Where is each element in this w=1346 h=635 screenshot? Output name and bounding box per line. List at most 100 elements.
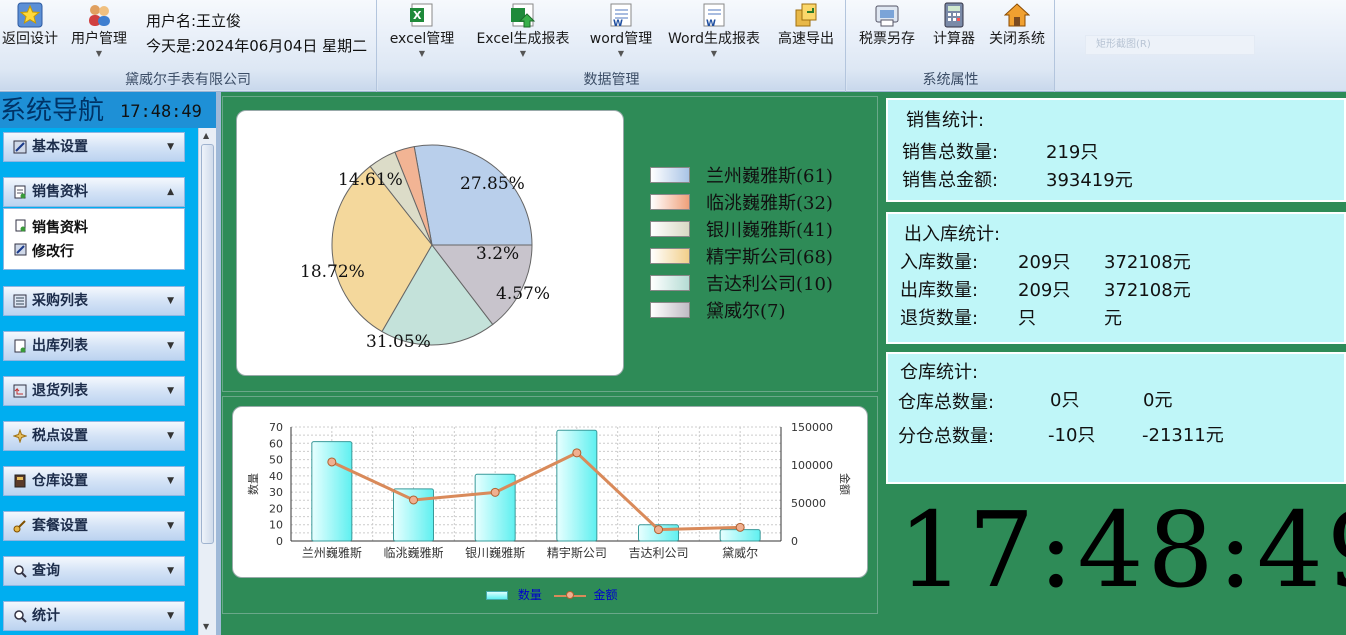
y-tick-label: 70 [269,421,283,434]
word-manage-button[interactable]: W word管理 ▼ [586,0,656,59]
excel-report-icon [511,3,536,28]
close-system-button[interactable]: 关闭系统 [983,0,1051,47]
save-tax-ticket-label: 税票另存 [859,31,915,47]
stock-title: 仓库统计: [900,362,979,383]
word-report-icon: W [703,3,725,28]
bar-chart-box: 70 60 50 40 30 20 10 0 150000 100000 50000 0 数量 金额 兰州巍… [232,406,868,578]
line-point [654,525,663,535]
nav-item-purchase-list[interactable]: 采购列表 ▼ [3,286,185,316]
pencil-icon [14,243,27,256]
sales-amt-label: 销售总金额: [902,170,999,191]
nav-item-return-list[interactable]: 退货列表 ▼ [3,376,185,406]
line-point [735,522,745,532]
fast-export-button[interactable]: 高速导出 [773,0,839,47]
nav-item-label: 查询 [32,563,60,579]
line-point [572,448,582,458]
book-icon [14,474,26,488]
ribbon: 返回设计 用户管理 ▼ 用户名:王立俊 今天是:2024年06月04日 星期二 … [0,0,1346,92]
nav-item-query[interactable]: 查询 ▼ [3,556,185,586]
legend-swatch [650,221,690,237]
pie-label-5: 18.72% [300,262,365,282]
chevron-down-icon: ▼ [418,49,426,58]
word-manage-label: word管理 [589,31,653,47]
chevron-up-icon: ▲ [167,187,174,197]
nav-item-label: 仓库设置 [32,473,88,489]
return-design-button[interactable]: 返回设计 [0,0,62,47]
excel-report-button[interactable]: Excel生成报表 ▼ [469,0,577,59]
bar-chart: 70 60 50 40 30 20 10 0 150000 100000 50000 0 数量 金额兰州巍… [247,421,852,560]
nav-item-statistics[interactable]: 统计 ▼ [3,601,185,631]
scroll-up-icon[interactable]: ▲ [203,131,209,140]
users-icon [89,5,110,26]
nav-item-tax-settings[interactable]: 税点设置 ▼ [3,421,185,451]
sub-item-label: 销售资料 [32,220,88,236]
ret-qty-label: 退货数量: [900,308,979,329]
splitter-handle[interactable] [216,92,221,635]
nav-item-warehouse-settings[interactable]: 仓库设置 ▼ [3,466,185,496]
nav-item-package-settings[interactable]: 套餐设置 ▼ [3,511,185,541]
y2-tick-label: 50000 [791,497,826,510]
word-report-button[interactable]: W Word生成报表 ▼ [664,0,764,59]
scroll-down-icon[interactable]: ▼ [203,622,209,631]
user-manage-button[interactable]: 用户管理 ▼ [66,0,132,59]
document-icon [14,339,26,353]
x-tick-label: 吉达利公司 [628,546,688,560]
nav-item-label: 税点设置 [32,428,88,444]
y2-tick-label: 100000 [791,459,833,472]
x-tick-label: 银川巍雅斯 [465,545,525,560]
export-icon [795,3,817,27]
ret-amt-value: 元 [1104,308,1122,329]
system-group-label: 系统属性 [847,70,1054,90]
y-tick-label: 0 [276,535,283,548]
y-tick-label: 20 [269,502,283,515]
nav-time: 17:48:49 [120,102,202,122]
scroll-thumb[interactable] [201,144,214,544]
bar [556,429,598,542]
excel-manage-button[interactable]: X excel管理 ▼ [386,0,458,59]
bar [311,441,353,542]
nav-scrollbar[interactable]: ▲ ▼ [198,128,216,635]
stock-branch-qty: -10只 [1048,425,1096,446]
nav-list: 基本设置 ▼ 销售资料 ▲ 销售资料 修改行 采购列表 ▼ 出库列表 ▼ 退货列… [0,128,198,635]
svg-text:W: W [706,19,716,28]
stock-total-label: 仓库总数量: [898,392,995,413]
home-icon [1004,3,1030,27]
search-icon [14,610,27,623]
stock-branch-amt: -21311元 [1142,425,1224,446]
ret-qty-value: 只 [1018,308,1036,329]
in-qty-value: 209只 [1018,252,1071,273]
in-amt-value: 372108元 [1104,252,1191,273]
nav-item-label: 退货列表 [32,383,88,399]
stock-stats-box: 仓库统计: 仓库总数量: 0只 0元 分仓总数量: -10只 -21311元 [886,352,1346,484]
pie-label-6: 14.61% [338,170,403,190]
nav-item-outbound-list[interactable]: 出库列表 ▼ [3,331,185,361]
chevron-down-icon: ▼ [167,386,174,396]
star-icon [17,2,43,28]
chevron-down-icon: ▼ [617,49,625,58]
document-icon [14,185,26,199]
sub-item-sales-data[interactable]: 销售资料 [14,217,88,237]
company-group: 返回设计 用户管理 ▼ 用户名:王立俊 今天是:2024年06月04日 星期二 … [0,0,377,92]
legend-text: 临洮巍雅斯(32) [706,193,833,214]
legend-swatch [650,248,690,264]
nav-panel: 系统导航 17:48:49 基本设置 ▼ 销售资料 ▲ 销售资料 修改行 采购列… [0,92,216,635]
chevron-down-icon: ▼ [167,142,174,152]
today-date-label: 今天是:2024年06月04日 星期二 [146,37,368,55]
legend-text: 兰州巍雅斯(61) [706,166,833,187]
pie-label-4: 31.05% [366,332,431,352]
data-group-label: 数据管理 [378,70,845,90]
save-tax-ticket-button[interactable]: 税票另存 [851,0,923,47]
sub-item-edit-row[interactable]: 修改行 [14,241,74,261]
y2-tick-label: 0 [791,535,798,548]
nav-item-basic-settings[interactable]: 基本设置 ▼ [3,132,185,162]
y-tick-label: 30 [269,486,283,499]
nav-item-label: 采购列表 [32,293,88,309]
in-qty-label: 入库数量: [900,252,979,273]
chevron-down-icon: ▼ [167,521,174,531]
y-tick-label: 60 [269,437,283,450]
calculator-button[interactable]: 计算器 [929,0,979,47]
legend-swatch [650,275,690,291]
nav-item-sales-data[interactable]: 销售资料 ▲ [3,177,185,207]
svg-text:X: X [413,9,422,22]
pie-slice [413,144,533,246]
